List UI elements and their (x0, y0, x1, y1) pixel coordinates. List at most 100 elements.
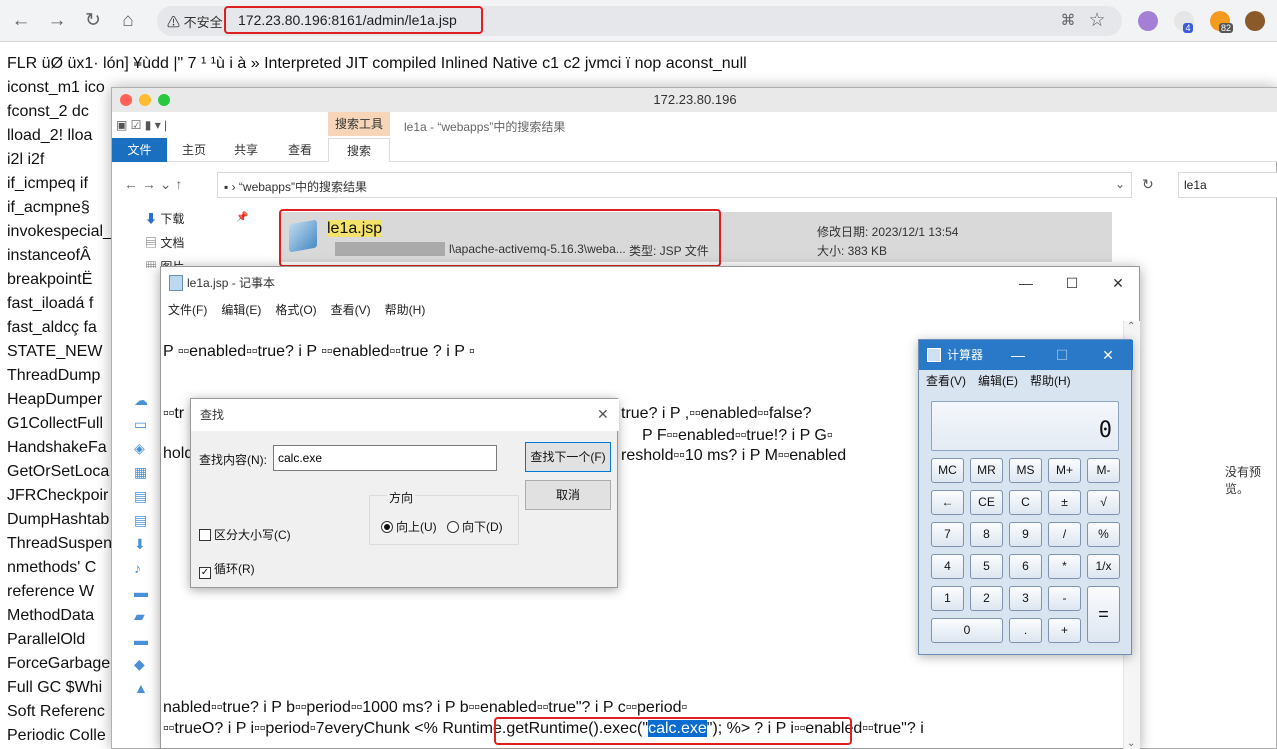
maximize-icon[interactable]: ☐ (1047, 340, 1077, 370)
calc-key[interactable]: 1/x (1087, 554, 1120, 579)
find-input[interactable] (273, 445, 497, 471)
case-checkbox[interactable]: 区分大小写(C) (199, 526, 291, 543)
pin-icon: 📌 (236, 212, 249, 223)
tab-search[interactable]: 搜索 (328, 138, 390, 162)
calc-key[interactable]: MR (970, 458, 1003, 483)
menu-file[interactable]: 文件(F) (168, 303, 207, 317)
maximize-icon[interactable]: ☐ (1049, 267, 1095, 299)
radio-up[interactable]: 向上(U) (381, 518, 437, 535)
calc-menu-help[interactable]: 帮助(H) (1030, 374, 1071, 388)
background-text-line: Soft Referenc (7, 703, 105, 720)
preview-message: 没有预览。 (1225, 465, 1262, 496)
calc-key[interactable]: / (1048, 522, 1081, 547)
cancel-button[interactable]: 取消 (525, 480, 611, 510)
background-text-line: i2l i2f (7, 151, 45, 168)
menu-view[interactable]: 查看(V) (331, 303, 371, 317)
bookmark-star-icon[interactable]: ☆ (1084, 8, 1110, 34)
calc-key[interactable]: 9 (1009, 522, 1042, 547)
nav-item-documents[interactable]: ▤ 文档 (145, 234, 184, 251)
close-icon[interactable]: ✕ (1093, 340, 1123, 370)
result-size: 大小: 383 KB (817, 244, 888, 258)
calculator-icon (927, 348, 941, 362)
url-text[interactable]: 172.23.80.196:8161/admin/le1a.jsp (224, 6, 483, 34)
zoom-dot-icon[interactable] (158, 94, 170, 106)
text-line: nabled▫▫true? i P b▫▫period▫▫1000 ms? i … (163, 699, 688, 716)
calc-key[interactable]: * (1048, 554, 1081, 579)
calc-key[interactable]: CE (970, 490, 1003, 515)
calc-key[interactable]: 6 (1009, 554, 1042, 579)
menu-help[interactable]: 帮助(H) (385, 303, 426, 317)
extension-php-icon[interactable]: 4 (1174, 11, 1194, 33)
calc-key[interactable]: 5 (970, 554, 1003, 579)
calc-key[interactable]: C (1009, 490, 1042, 515)
menu-format[interactable]: 格式(O) (275, 303, 316, 317)
refresh-icon[interactable]: ↻ (1142, 176, 1154, 193)
tab-view[interactable]: 查看 (288, 138, 312, 162)
calc-key[interactable]: √ (1087, 490, 1120, 515)
text-line: P F▫▫enabled▫▫true!? i P G▫ (642, 427, 833, 444)
calc-key[interactable]: ← (931, 490, 964, 515)
calc-key[interactable]: . (1009, 618, 1042, 643)
browser-toolbar: ← → ↻ ⌂ ⚠ 不安全 172.23.80.196:8161/admin/l… (0, 0, 1277, 42)
quick-access-icon[interactable]: ▣ ☑ ▮ ▾ | (116, 118, 167, 132)
calc-key[interactable]: ± (1048, 490, 1081, 515)
calc-equals-key[interactable]: = (1087, 586, 1120, 643)
calc-key[interactable]: 8 (970, 522, 1003, 547)
notepad-title: le1a.jsp - 记事本 (187, 276, 276, 290)
calc-key[interactable]: 7 (931, 522, 964, 547)
calc-key[interactable]: % (1087, 522, 1120, 547)
nav-item-downloads[interactable]: ⬇ 下载 (145, 210, 184, 227)
minimize-icon[interactable]: — (1003, 267, 1049, 299)
translate-icon[interactable]: ⌘ (1055, 8, 1081, 34)
calc-key[interactable]: 0 (931, 618, 1003, 643)
extension-rss-icon[interactable]: 82 (1210, 11, 1233, 33)
forward-icon[interactable]: → (44, 8, 70, 34)
find-next-button[interactable]: 查找下一个(F) (525, 442, 611, 472)
minimize-icon[interactable]: — (1003, 340, 1033, 370)
wrap-checkbox[interactable]: ✓ 循环(R) (199, 560, 255, 579)
background-text-line: Full GC $Whi (7, 679, 103, 696)
calc-key[interactable]: MC (931, 458, 964, 483)
close-icon[interactable]: ✕ (597, 406, 609, 423)
reload-icon[interactable]: ↻ (80, 8, 106, 34)
text-line: reshold▫▫10 ms? i P M▫▫enabled (621, 447, 847, 464)
result-date: 修改日期: 2023/12/1 13:54 (817, 225, 959, 239)
background-text-line: fast_iloadá f (7, 295, 94, 312)
background-text-line: Periodic Colle (7, 727, 106, 744)
calc-key[interactable]: 1 (931, 586, 964, 611)
minimize-dot-icon[interactable] (139, 94, 151, 106)
window-title: 172.23.80.196 (112, 88, 1277, 112)
close-dot-icon[interactable] (120, 94, 132, 106)
calc-key[interactable]: + (1048, 618, 1081, 643)
back-icon[interactable]: ← (8, 8, 34, 34)
calc-key[interactable]: M- (1087, 458, 1120, 483)
tab-share[interactable]: 共享 (234, 138, 258, 162)
highlight-box (279, 209, 721, 267)
nav-arrows-icon[interactable]: ← → ⌄ ↑ (124, 176, 182, 193)
search-input[interactable]: le1a (1178, 172, 1277, 198)
background-text-line: ThreadDump (7, 367, 101, 384)
warning-icon: ⚠ (167, 15, 181, 30)
calc-menu-edit[interactable]: 编辑(E) (978, 374, 1018, 388)
radio-down[interactable]: 向下(D) (447, 518, 503, 535)
close-icon[interactable]: ✕ (1095, 267, 1141, 299)
calc-key[interactable]: 2 (970, 586, 1003, 611)
background-text-line: if_icmpeq if (7, 175, 88, 192)
calc-key[interactable]: 3 (1009, 586, 1042, 611)
calc-key[interactable]: - (1048, 586, 1081, 611)
calc-menu-view[interactable]: 查看(V) (926, 374, 966, 388)
text-line: ▫▫tr (163, 405, 185, 422)
home-icon[interactable]: ⌂ (115, 8, 141, 34)
breadcrumb[interactable]: ▪ › “webapps”中的搜索结果 ⌄ (217, 172, 1132, 198)
find-title: 查找 (191, 399, 619, 431)
extension-icon[interactable] (1138, 11, 1158, 31)
tab-file[interactable]: 文件 (112, 138, 167, 162)
menu-edit[interactable]: 编辑(E) (221, 303, 261, 317)
background-text-line: G1CollectFull (7, 415, 104, 432)
extension-cookie-icon[interactable] (1245, 11, 1265, 31)
calc-key[interactable]: MS (1009, 458, 1042, 483)
tab-home[interactable]: 主页 (182, 138, 206, 162)
calc-key[interactable]: M+ (1048, 458, 1081, 483)
calc-key[interactable]: 4 (931, 554, 964, 579)
highlight-box (494, 717, 852, 745)
